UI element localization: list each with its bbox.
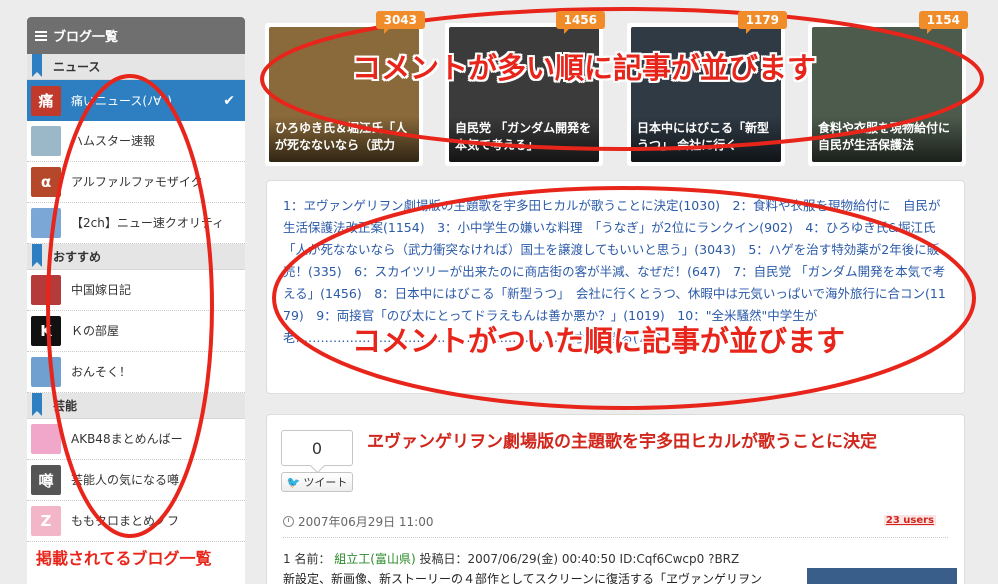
annotation-middle: コメントがついた順に記事が並びます	[352, 324, 846, 358]
menu-icon	[35, 30, 47, 41]
sidebar-blog-item[interactable]: おんそく！	[27, 352, 245, 393]
article-date: 2007年06月29日 11:00	[283, 513, 433, 530]
sidebar-blog-item[interactable]: Z ももクロまとめノフ	[27, 501, 245, 542]
clock-icon	[283, 516, 294, 527]
checkmark-icon: ✔	[223, 92, 235, 109]
hatena-users-badge[interactable]: 23 users	[883, 515, 936, 526]
sidebar-blog-item[interactable]: ハムスター速報	[27, 121, 245, 162]
annotation-sidebar: 掲載されてるブログ一覧	[36, 549, 212, 568]
blog-thumbnail	[31, 208, 61, 238]
sidebar-blog-item[interactable]: 痛痛いニュース(ﾉ∀`) ✔	[27, 80, 245, 121]
sidebar-blog-item[interactable]: 中国嫁日記	[27, 270, 245, 311]
tweet-button[interactable]: 🐦 ツイート	[281, 472, 353, 492]
blog-name: おんそく！	[71, 365, 132, 379]
comment-count-badge: 1456	[555, 11, 605, 34]
blog-thumbnail	[31, 126, 61, 156]
sidebar-header: ブログ一覧	[27, 17, 245, 54]
blog-thumbnail: α	[31, 167, 61, 197]
sidebar-blog-item[interactable]: K Ｋの部屋	[27, 311, 245, 352]
blog-thumbnail	[31, 275, 61, 305]
category-label: ニュース	[53, 60, 101, 74]
sidebar-category: ニュース	[27, 54, 245, 80]
comment-count-badge: 1179	[737, 11, 787, 34]
blog-name: ハムスター速報	[71, 134, 156, 148]
sidebar-title: ブログ一覧	[53, 30, 119, 45]
tweet-button-label: ツイート	[303, 476, 348, 489]
blog-thumbnail: K	[31, 316, 61, 346]
blog-name: 痛いニュース(ﾉ∀`)	[71, 93, 172, 108]
blog-name: 芸能人の気になる噂	[71, 473, 180, 487]
bookmark-icon	[32, 54, 42, 77]
blog-name: アルファルファモザイク	[71, 175, 203, 189]
card-caption: 自民党 「ガンダム開発を本気で考える」	[449, 116, 599, 162]
blog-thumbnail	[31, 357, 61, 387]
post-meta: 1 名前： 組立工(富山県) 投稿日：2007/06/29(金) 00:40:5…	[283, 550, 739, 567]
article-card: 0 🐦 ツイート ヱヴァンゲリヲン劇場版の主題歌を宇多田ヒカルが歌うことに決定 …	[266, 414, 965, 584]
blog-name: ももクロまとめノフ	[71, 514, 180, 528]
article-title[interactable]: ヱヴァンゲリヲン劇場版の主題歌を宇多田ヒカルが歌うことに決定	[367, 429, 957, 455]
sidebar-body: ニュース痛痛いニュース(ﾉ∀`) ✔ ハムスター速報 α アルファルファモザイク【2ch…	[27, 54, 245, 542]
bookmark-icon	[32, 393, 42, 416]
sidebar-blog-item[interactable]: AKB48まとめんばー	[27, 419, 245, 460]
article-date-text: 2007年06月29日 11:00	[298, 515, 434, 529]
tweet-count: 0	[281, 430, 353, 466]
sidebar-blog-item[interactable]: 噂芸能人の気になる噂	[27, 460, 245, 501]
blog-thumbnail: Z	[31, 506, 61, 536]
twitter-bird-icon: 🐦	[286, 475, 301, 489]
blog-name: 【2ch】ニュー速クオリティ	[71, 216, 225, 230]
meta-suffix: 投稿日：2007/06/29(金) 00:40:50 ID:Cqf6Cwcp0 …	[419, 552, 740, 566]
annotation-top: コメントが多い順に記事が並びます	[352, 51, 817, 85]
category-label: おすすめ	[53, 250, 102, 264]
sidebar-blog-item[interactable]: 【2ch】ニュー速クオリティ	[27, 203, 245, 244]
meta-prefix: 1 名前：	[283, 552, 331, 566]
poster-name: 組立工(富山県)	[334, 552, 416, 566]
blog-list-sidebar: ブログ一覧 ニュース痛痛いニュース(ﾉ∀`) ✔ ハムスター速報 α アルファルファモザ…	[27, 17, 245, 584]
category-label: 芸能	[53, 399, 78, 413]
blog-name: 中国嫁日記	[71, 283, 132, 297]
bookmark-icon	[32, 244, 42, 267]
sidebar-category: 芸能	[27, 393, 245, 419]
card-caption: ひろゆき氏＆堀江氏「人が死なないなら（武力	[269, 116, 419, 162]
blog-name: AKB48まとめんばー	[71, 432, 183, 446]
divider	[283, 537, 948, 538]
blog-thumbnail: 痛	[31, 85, 61, 116]
blog-name: Ｋの部屋	[71, 324, 120, 338]
sidebar-category: おすすめ	[27, 244, 245, 270]
card-caption: 食料や衣服を現物給付に 自民が生活保護法	[812, 116, 962, 162]
comment-count-badge: 1154	[918, 11, 968, 34]
card-caption: 日本中にはびこる「新型うつ」 会社に行く	[631, 116, 781, 162]
card-image: 食料や衣服を現物給付に 自民が生活保護法	[812, 27, 962, 162]
recent-comment-ranking: 1：ヱヴァンゲリヲン劇場版の主題歌を宇多田ヒカルが歌うことに決定(1030) 2…	[266, 180, 965, 394]
article-thumbnail[interactable]	[807, 568, 957, 584]
sidebar-blog-item[interactable]: α アルファルファモザイク	[27, 162, 245, 203]
ranking-card[interactable]: 1154 食料や衣服を現物給付に 自民が生活保護法	[808, 11, 968, 166]
blog-thumbnail	[31, 424, 61, 454]
comment-count-badge: 3043	[375, 11, 425, 34]
post-body: 新設定、新画像、新ストーリーの４部作としてスクリーンに復活する「ヱヴァンゲリヲン	[283, 572, 763, 584]
blog-thumbnail: 噂	[31, 465, 61, 495]
